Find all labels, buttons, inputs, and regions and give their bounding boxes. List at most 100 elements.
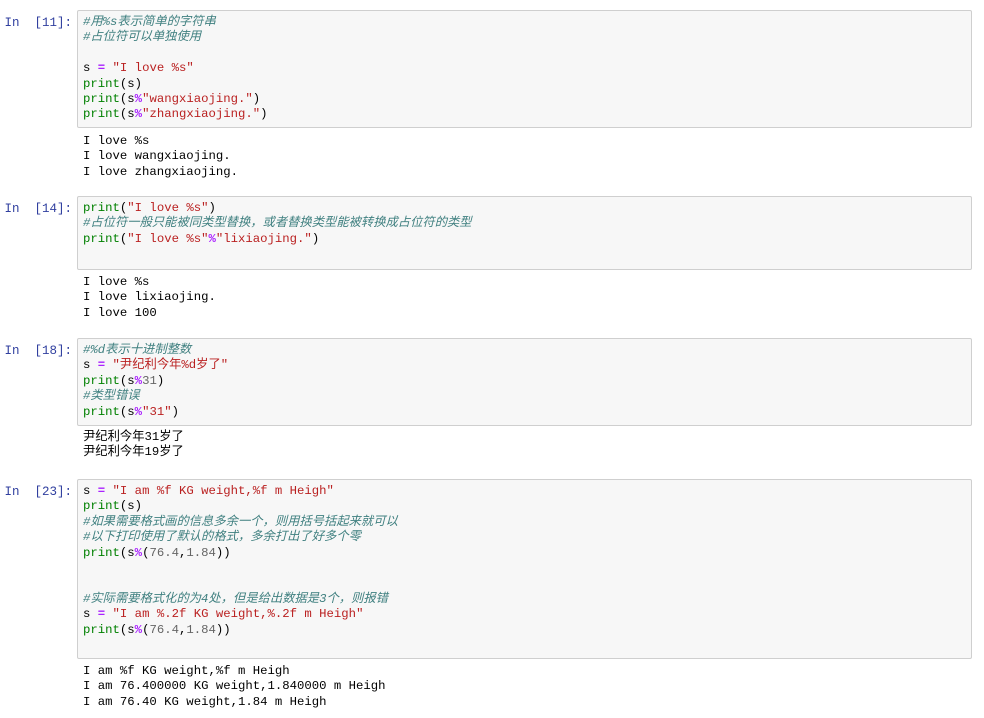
code-token: print bbox=[83, 231, 120, 246]
code-token: (s bbox=[119, 107, 135, 122]
code-token: % bbox=[134, 622, 143, 637]
code-token: % bbox=[208, 231, 216, 246]
cell-output: I am %f KG weight,%f m Heigh I am 76.4000… bbox=[83, 664, 968, 710]
cell-output: 尹纪利今年31岁了 尹纪利今年19岁了 bbox=[83, 430, 968, 461]
code-token: s bbox=[83, 61, 98, 76]
code-token: 1.84 bbox=[186, 622, 216, 637]
code-line: s = "I am %.2f KG weight,%.2f m Heigh" bbox=[83, 607, 966, 622]
code-token: print bbox=[83, 91, 120, 106]
code-token: #%d表示十进制整数 bbox=[83, 343, 192, 357]
code-token: (s bbox=[119, 373, 135, 388]
code-token: print bbox=[83, 622, 120, 637]
code-token: "I am %f KG weight,%f m Heigh" bbox=[112, 484, 334, 498]
output-line: I love 100 bbox=[83, 305, 157, 320]
code-token: 76.4 bbox=[149, 622, 179, 637]
output-line: I am 76.40 KG weight,1.84 m Heigh bbox=[83, 694, 327, 709]
output-line: I love lixiaojing. bbox=[83, 290, 216, 305]
code-token: (s) bbox=[119, 76, 143, 91]
code-token: print bbox=[83, 545, 120, 560]
code-line: print(s%"zhangxiaojing.") bbox=[83, 107, 966, 122]
cell-output: I love %s I love wangxiaojing. I love zhan… bbox=[83, 134, 968, 180]
code-token: % bbox=[134, 404, 143, 419]
cell-output: I love %s I love lixiaojing. I love 100 bbox=[83, 275, 968, 321]
code-token: )) bbox=[215, 622, 231, 637]
code-editor[interactable]: #%d表示十进制整数 s = "尹纪利今年%d岁了" print(s%31) #类型错… bbox=[77, 338, 972, 426]
code-editor[interactable]: print("I love %s") #占位符一般只能被同类型替换，或者替换类型能… bbox=[77, 196, 972, 270]
output-line: I am %f KG weight,%f m Heigh bbox=[83, 664, 290, 678]
output-line: I am 76.400000 KG weight,1.840000 m Heig… bbox=[83, 679, 386, 694]
code-token: (s bbox=[119, 404, 135, 419]
code-token: "尹纪利今年%d岁了" bbox=[112, 358, 229, 373]
code-token: print bbox=[83, 404, 120, 419]
code-line: #类型错误 bbox=[83, 389, 966, 404]
code-line: #%d表示十进制整数 bbox=[83, 343, 966, 358]
code-token: % bbox=[134, 91, 143, 106]
code-line: #实际需要格式化的为4处，但是给出数据是3个，则报错 bbox=[83, 592, 966, 607]
code-token: print bbox=[83, 373, 120, 388]
code-line: print("I love %s") bbox=[83, 201, 966, 216]
code-token: 1.84 bbox=[186, 545, 216, 560]
code-token: % bbox=[134, 545, 143, 560]
output-line: I love zhangxiaojing. bbox=[83, 164, 238, 179]
code-token: "31" bbox=[142, 404, 172, 419]
code-line: #如果需要格式画的信息多余一个，则用括号括起来就可以 bbox=[83, 515, 966, 530]
code-token: print bbox=[83, 499, 120, 514]
input-prompt: In [14]: bbox=[4, 202, 72, 216]
code-token: "I love %s" bbox=[127, 201, 209, 215]
code-line: #用%s表示简单的字符串 bbox=[83, 15, 966, 30]
code-token: #占位符可以单独使用 bbox=[83, 30, 202, 45]
code-token: ) bbox=[311, 231, 320, 246]
code-line: s = "尹纪利今年%d岁了" bbox=[83, 358, 966, 373]
code-editor[interactable]: s = "I am %f KG weight,%f m Heigh" print(… bbox=[77, 479, 972, 659]
code-line: print(s) bbox=[83, 77, 966, 92]
output-line: I love %s bbox=[83, 134, 150, 148]
code-token: % bbox=[134, 107, 143, 122]
code-token: print bbox=[83, 107, 120, 122]
input-prompt: In [11]: bbox=[4, 16, 72, 30]
output-line: I love %s bbox=[83, 275, 150, 289]
code-token: ) bbox=[260, 107, 268, 122]
code-line: #以下打印使用了默认的格式，多余打出了好多个零 bbox=[83, 530, 966, 545]
code-token: "I love %s" bbox=[127, 231, 209, 246]
code-token: #以下打印使用了默认的格式，多余打出了好多个零 bbox=[83, 530, 361, 545]
code-line: #占位符一般只能被同类型替换，或者替换类型能被转换成占位符的类型 bbox=[83, 216, 966, 231]
code-token: s bbox=[83, 607, 98, 622]
code-token: "wangxiaojing." bbox=[142, 91, 253, 106]
code-line: print("I love %s"%"lixiaojing.") bbox=[83, 232, 966, 247]
code-token: ) bbox=[208, 201, 216, 215]
code-token: "I love %s" bbox=[112, 61, 194, 76]
code-token: #用%s表示简单的字符串 bbox=[83, 15, 216, 29]
code-token: print bbox=[83, 201, 120, 215]
code-token: (s bbox=[119, 91, 135, 106]
code-token: "lixiaojing." bbox=[215, 231, 312, 246]
code-token: "zhangxiaojing." bbox=[142, 107, 261, 122]
code-line: s = "I am %f KG weight,%f m Heigh" bbox=[83, 484, 966, 499]
code-editor[interactable]: #用%s表示简单的字符串 #占位符可以单独使用 s = "I love %s" pri… bbox=[77, 10, 972, 128]
code-line: #占位符可以单独使用 bbox=[83, 30, 966, 45]
code-token: ) bbox=[156, 373, 165, 388]
code-token: "I am %.2f KG weight,%.2f m Heigh" bbox=[112, 607, 364, 622]
code-token: s bbox=[83, 484, 98, 498]
code-line: print(s%"wangxiaojing.") bbox=[83, 92, 966, 107]
code-token: #类型错误 bbox=[83, 389, 140, 404]
code-token: s bbox=[83, 358, 98, 373]
code-token: 76.4 bbox=[149, 545, 179, 560]
code-token: )) bbox=[215, 545, 231, 560]
output-line: 尹纪利今年31岁了 bbox=[83, 430, 184, 444]
code-line: print(s%31) bbox=[83, 374, 966, 389]
code-token: ) bbox=[171, 404, 179, 419]
output-line: I love wangxiaojing. bbox=[83, 149, 231, 164]
input-prompt: In [23]: bbox=[4, 485, 72, 499]
code-line: print(s%(76.4,1.84)) bbox=[83, 546, 966, 561]
output-line: 尹纪利今年19岁了 bbox=[83, 445, 184, 460]
code-token: % bbox=[134, 373, 143, 388]
